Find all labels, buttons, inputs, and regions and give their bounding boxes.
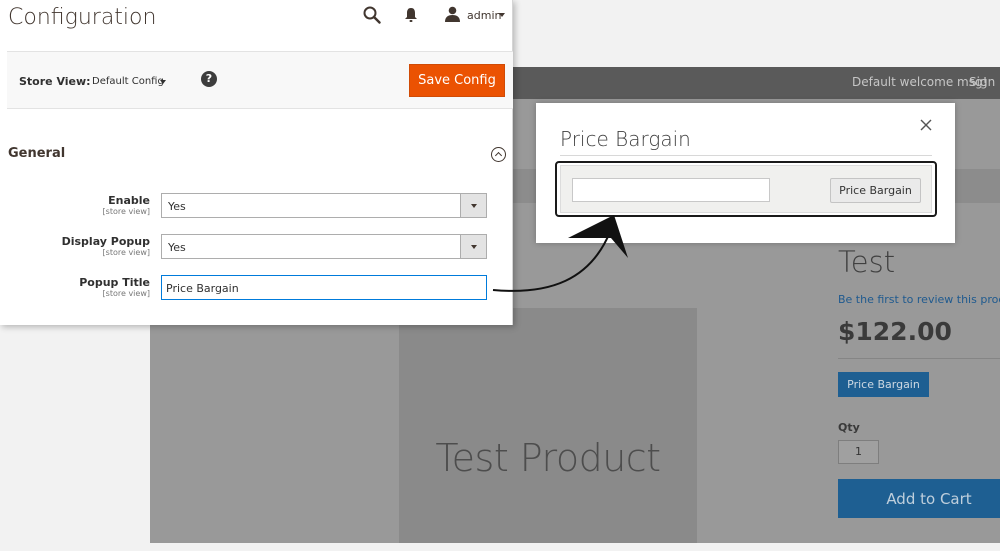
- enable-select[interactable]: Yes: [161, 193, 487, 218]
- help-icon[interactable]: ?: [201, 71, 217, 87]
- display-popup-label: Display Popup: [61, 235, 150, 248]
- close-icon[interactable]: [918, 117, 934, 133]
- display-popup-scope: [store view]: [102, 248, 150, 257]
- admin-configuration-panel: Configuration admin Store View: Default …: [0, 0, 513, 325]
- display-popup-select[interactable]: Yes: [161, 234, 487, 259]
- chevron-down-icon[interactable]: [160, 80, 166, 84]
- save-config-button[interactable]: Save Config: [409, 64, 505, 97]
- store-view-label: Store View:: [19, 75, 91, 88]
- bell-icon[interactable]: [404, 7, 418, 23]
- highlight-frame: [555, 161, 937, 217]
- product-price: $122.00: [838, 317, 952, 346]
- chevron-down-icon[interactable]: [499, 13, 505, 17]
- qty-input[interactable]: 1: [838, 440, 879, 464]
- popup-title-label: Popup Title: [79, 276, 150, 289]
- qty-label: Qty: [838, 421, 860, 434]
- search-icon[interactable]: [363, 6, 381, 24]
- welcome-message: Default welcome msg!: [852, 75, 988, 89]
- user-menu-label[interactable]: admin: [467, 9, 501, 22]
- store-view-bar: Store View: Default Config ? Save Config: [7, 51, 513, 109]
- chevron-down-icon[interactable]: [460, 235, 486, 258]
- collapse-chevron-icon[interactable]: [491, 147, 506, 162]
- enable-select-value: Yes: [168, 200, 186, 213]
- popup-title-input[interactable]: Price Bargain: [161, 275, 487, 300]
- user-icon[interactable]: [445, 6, 460, 22]
- add-to-cart-button[interactable]: Add to Cart: [838, 479, 1000, 518]
- sign-in-link[interactable]: Sign: [969, 75, 995, 89]
- display-popup-select-value: Yes: [168, 241, 186, 254]
- product-image-placeholder-text: Test Product: [435, 436, 661, 480]
- product-name: Test: [838, 245, 896, 279]
- modal-divider: [560, 155, 932, 156]
- price-bargain-button[interactable]: Price Bargain: [838, 372, 929, 397]
- page-title: Configuration: [8, 5, 157, 30]
- review-link[interactable]: Be the first to review this product: [838, 293, 1000, 306]
- chevron-down-icon[interactable]: [460, 194, 486, 217]
- section-title-general[interactable]: General: [8, 146, 65, 161]
- popup-title-input-value: Price Bargain: [166, 282, 239, 295]
- modal-title: Price Bargain: [560, 127, 691, 151]
- price-divider: [838, 358, 1000, 359]
- store-view-switcher[interactable]: Default Config: [92, 76, 164, 87]
- popup-title-scope: [store view]: [102, 289, 150, 298]
- enable-label: Enable: [108, 194, 150, 207]
- enable-scope: [store view]: [102, 207, 150, 216]
- product-image: Test Product: [399, 308, 697, 543]
- price-bargain-modal: Price Bargain Price Bargain: [536, 103, 955, 243]
